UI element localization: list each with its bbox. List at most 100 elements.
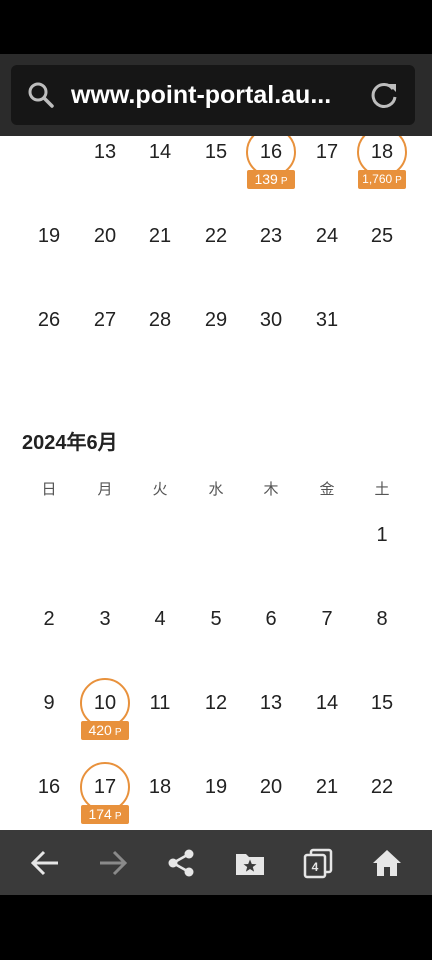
- day-number: 14: [148, 141, 172, 163]
- points-value: 174: [88, 806, 112, 822]
- calendar-day: 7: [299, 591, 355, 647]
- calendar-day: 30: [243, 292, 299, 348]
- share-icon: [168, 849, 194, 876]
- calendar-day: 2: [21, 591, 77, 647]
- points-value: 1,760: [362, 172, 393, 186]
- day-number: 31: [315, 309, 339, 331]
- day-number: 30: [259, 309, 283, 331]
- day-number: 22: [204, 225, 228, 247]
- calendar-day: 15: [188, 136, 244, 180]
- points-badge: 174 P: [81, 805, 129, 824]
- arrow-right-icon: [100, 850, 128, 875]
- calendar-day: 23: [243, 208, 299, 264]
- calendar-day: 21: [299, 759, 355, 815]
- calendar-day: 20: [243, 759, 299, 815]
- day-number: 19: [204, 776, 228, 798]
- calendar-day: 29: [188, 292, 244, 348]
- calendar-day: 26: [21, 292, 77, 348]
- forward-button[interactable]: [79, 830, 147, 895]
- day-number: 20: [259, 776, 283, 798]
- weekday-label: 木: [263, 481, 279, 498]
- day-number: 25: [370, 225, 394, 247]
- weekday-label: 土: [374, 481, 390, 498]
- month-title: 2024年6月: [22, 432, 118, 454]
- bookmarks-button[interactable]: [216, 830, 284, 895]
- system-nav-area: [0, 895, 432, 960]
- weekday-label: 日: [41, 481, 57, 498]
- reload-icon[interactable]: [369, 80, 399, 110]
- calendar-day: 13: [243, 675, 299, 731]
- bottom-navigation: 4: [0, 830, 432, 895]
- calendar-day: 19: [188, 759, 244, 815]
- day-number: 16: [259, 141, 283, 163]
- day-number: 26: [37, 309, 61, 331]
- day-number: 10: [93, 692, 117, 714]
- arrow-left-icon: [30, 850, 58, 875]
- calendar-day: 18: [132, 759, 188, 815]
- calendar-day: 14: [299, 675, 355, 731]
- calendar-day: 8: [354, 591, 410, 647]
- weekday-label: 火: [152, 481, 168, 498]
- calendar-day: 27: [77, 292, 133, 348]
- calendar-day: 12: [188, 675, 244, 731]
- calendar-day: 4: [132, 591, 188, 647]
- day-number: 8: [376, 608, 388, 630]
- day-number: 4: [154, 608, 166, 630]
- day-number: 2: [43, 608, 55, 630]
- status-bar: [0, 0, 432, 54]
- weekday-label: 月: [97, 481, 113, 498]
- weekday-label: 水: [208, 481, 224, 498]
- calendar-day: 24: [299, 208, 355, 264]
- calendar-day: 22: [354, 759, 410, 815]
- day-number: 7: [321, 608, 333, 630]
- points-unit: P: [280, 176, 288, 187]
- home-icon: [373, 849, 401, 876]
- day-number: 3: [99, 608, 111, 630]
- bookmark-folder-icon: [236, 853, 264, 875]
- day-number: 17: [93, 776, 117, 798]
- tabs-button[interactable]: 4: [284, 830, 352, 895]
- search-icon: [28, 82, 54, 108]
- day-number: 5: [210, 608, 222, 630]
- calendar-day: 31: [299, 292, 355, 348]
- day-number: 6: [265, 608, 277, 630]
- tabs-icon: 4: [303, 848, 333, 878]
- calendar-day: 22: [188, 208, 244, 264]
- day-number: 16: [37, 776, 61, 798]
- day-number: 14: [315, 692, 339, 714]
- day-number: 11: [149, 692, 171, 714]
- day-number: 17: [315, 141, 339, 163]
- points-badge: 1,760 P: [358, 170, 406, 189]
- calendar-day: 19: [21, 208, 77, 264]
- calendar-day: 5: [188, 591, 244, 647]
- day-number: 18: [370, 141, 394, 163]
- calendar-day: 1: [354, 507, 410, 563]
- calendar-day: 13: [77, 136, 133, 180]
- points-badge: 420 P: [81, 721, 129, 740]
- calendar-day: 15: [354, 675, 410, 731]
- day-number: 20: [93, 225, 117, 247]
- day-number: 21: [148, 225, 172, 247]
- day-number: 28: [148, 309, 172, 331]
- day-number: 18: [148, 776, 172, 798]
- address-bar[interactable]: www.point-portal.au...: [11, 65, 415, 125]
- day-number: 12: [204, 692, 228, 714]
- points-value: 139: [254, 171, 278, 187]
- day-number: 13: [259, 692, 283, 714]
- points-value: 420: [88, 722, 112, 738]
- calendar-day: 11: [132, 675, 188, 731]
- points-unit: P: [114, 811, 122, 822]
- calendar-day: 28: [132, 292, 188, 348]
- calendar-day: 16: [21, 759, 77, 815]
- calendar-day: 14: [132, 136, 188, 180]
- points-unit: P: [395, 175, 402, 186]
- day-number: 19: [37, 225, 61, 247]
- back-button[interactable]: [11, 830, 79, 895]
- calendar-day: 17: [299, 136, 355, 180]
- day-number: 15: [204, 141, 228, 163]
- share-button[interactable]: [147, 830, 215, 895]
- url-text[interactable]: www.point-portal.au...: [71, 65, 353, 125]
- day-number: 13: [93, 141, 117, 163]
- calendar-day: 6: [243, 591, 299, 647]
- home-button[interactable]: [353, 830, 421, 895]
